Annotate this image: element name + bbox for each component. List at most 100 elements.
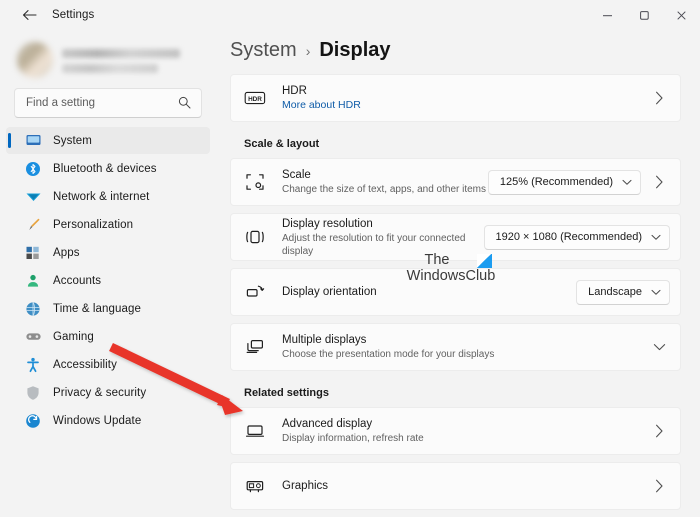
profile-email-redacted [62,64,158,73]
multiple-displays-title: Multiple displays [282,334,367,346]
selection-indicator [8,133,11,148]
scale-dropdown[interactable]: 125% (Recommended) [487,169,641,195]
chevron-down-icon [651,289,661,296]
chevron-right-icon[interactable] [648,175,670,189]
multiple-displays-card[interactable]: Multiple displays Choose the presentatio… [230,323,681,371]
search-container [0,84,216,118]
chevron-right-icon[interactable] [648,424,670,438]
graphics-card-right [648,479,670,493]
scale-card[interactable]: Scale Change the size of text, apps, and… [230,158,681,206]
sidebar-item-label: Windows Update [53,414,142,427]
hdr-card-right [648,91,670,105]
sidebar-item-network-internet[interactable]: Network & internet [6,183,210,210]
display-orientation-dropdown[interactable]: Landscape [576,279,670,305]
display-orientation-dropdown-value: Landscape [588,286,642,298]
shield-icon [24,384,42,402]
back-arrow-icon [22,10,37,20]
graphics-card-icon [244,475,266,497]
display-resolution-card[interactable]: Display resolution Adjust the resolution… [230,213,681,261]
scale-card-text: Scale Change the size of text, apps, and… [282,168,488,196]
sidebar-item-label: Privacy & security [53,386,147,399]
paintbrush-icon [24,216,42,234]
page-title: Display [319,39,391,61]
orientation-icon [244,281,266,303]
sidebar-item-label: Gaming [53,330,94,343]
sidebar-item-personalization[interactable]: Personalization [6,211,210,238]
chevron-right-icon[interactable] [648,91,670,105]
graphics-card-text: Graphics [282,479,648,493]
scale-subtitle: Change the size of text, apps, and other… [282,184,487,195]
close-icon [677,10,686,20]
profile-name-redacted [62,49,180,58]
maximize-icon [640,10,649,20]
sidebar-item-accounts[interactable]: Accounts [6,267,210,294]
display-orientation-card-right: Landscape [576,279,670,305]
sidebar-item-time-language[interactable]: Time & language [6,295,210,322]
window-controls [589,0,700,30]
hdr-icon: HDR [244,87,266,109]
sidebar-item-windows-update[interactable]: Windows Update [6,407,210,434]
breadcrumb-parent[interactable]: System [230,39,297,62]
hdr-card[interactable]: HDR HDR More about HDR [230,74,681,122]
advanced-display-icon [244,420,266,442]
section-heading-related-settings: Related settings [244,387,329,399]
sidebar-item-privacy-security[interactable]: Privacy & security [6,379,210,406]
sidebar-item-label: Apps [53,246,80,259]
person-icon [24,272,42,290]
accessibility-icon [24,356,42,374]
display-resolution-dropdown[interactable]: 1920 × 1080 (Recommended) [483,224,670,250]
multiple-displays-card-text: Multiple displays Choose the presentatio… [282,333,648,361]
more-about-hdr-link[interactable]: More about HDR [282,99,648,112]
sidebar-item-system[interactable]: System [6,127,210,154]
close-button[interactable] [663,0,700,30]
scale-icon [244,171,266,193]
clock-globe-icon [24,300,42,318]
maximize-button[interactable] [626,0,663,30]
scale-dropdown-value: 125% (Recommended) [499,176,613,188]
profile-text [62,47,180,73]
display-resolution-card-text: Display resolution Adjust the resolution… [282,217,484,258]
display-resolution-title: Display resolution [282,217,373,230]
sidebar-item-label: Personalization [53,218,134,231]
content-pane: System › Display HDR HDR More about HDR [216,30,700,517]
chevron-down-icon [651,234,661,241]
hdr-card-text: HDR More about HDR [282,84,648,112]
sidebar-item-label: Accounts [53,274,102,287]
sidebar-item-gaming[interactable]: Gaming [6,323,210,350]
sidebar: System Bluetooth & devices [0,30,216,517]
display-orientation-card[interactable]: Display orientation Landscape [230,268,681,316]
resolution-icon [244,226,266,248]
chevron-right-icon[interactable] [648,479,670,493]
sidebar-item-apps[interactable]: Apps [6,239,210,266]
back-button[interactable] [14,3,44,27]
sidebar-item-label: System [53,134,92,147]
search-box[interactable] [14,88,202,118]
sidebar-item-accessibility[interactable]: Accessibility [6,351,210,378]
minimize-button[interactable] [589,0,626,30]
advanced-display-title: Advanced display [282,418,373,430]
graphics-card[interactable]: Graphics [230,462,681,510]
bluetooth-icon [24,160,42,178]
sidebar-item-label: Bluetooth & devices [53,162,157,175]
settings-list: HDR HDR More about HDR Scale & layout Sc… [216,62,700,510]
svg-text:HDR: HDR [248,96,262,103]
apps-icon [24,244,42,262]
minimize-icon [603,14,612,16]
breadcrumb: System › Display [216,30,700,62]
gamepad-icon [24,328,42,346]
scale-title: Scale [282,169,311,181]
sidebar-item-label: Accessibility [53,358,117,371]
monitor-icon [24,132,42,150]
breadcrumb-separator: › [305,43,311,59]
advanced-display-card[interactable]: Advanced display Display information, re… [230,407,681,455]
avatar [17,42,53,78]
display-resolution-dropdown-value: 1920 × 1080 (Recommended) [495,231,642,243]
user-profile[interactable] [0,30,216,84]
chevron-down-icon [622,179,632,186]
sidebar-item-bluetooth-devices[interactable]: Bluetooth & devices [6,155,210,182]
search-input[interactable] [15,97,165,109]
advanced-display-card-right [648,424,670,438]
chevron-down-icon[interactable] [648,343,670,352]
sidebar-item-label: Network & internet [53,190,150,203]
multiple-displays-subtitle: Choose the presentation mode for your di… [282,349,495,360]
